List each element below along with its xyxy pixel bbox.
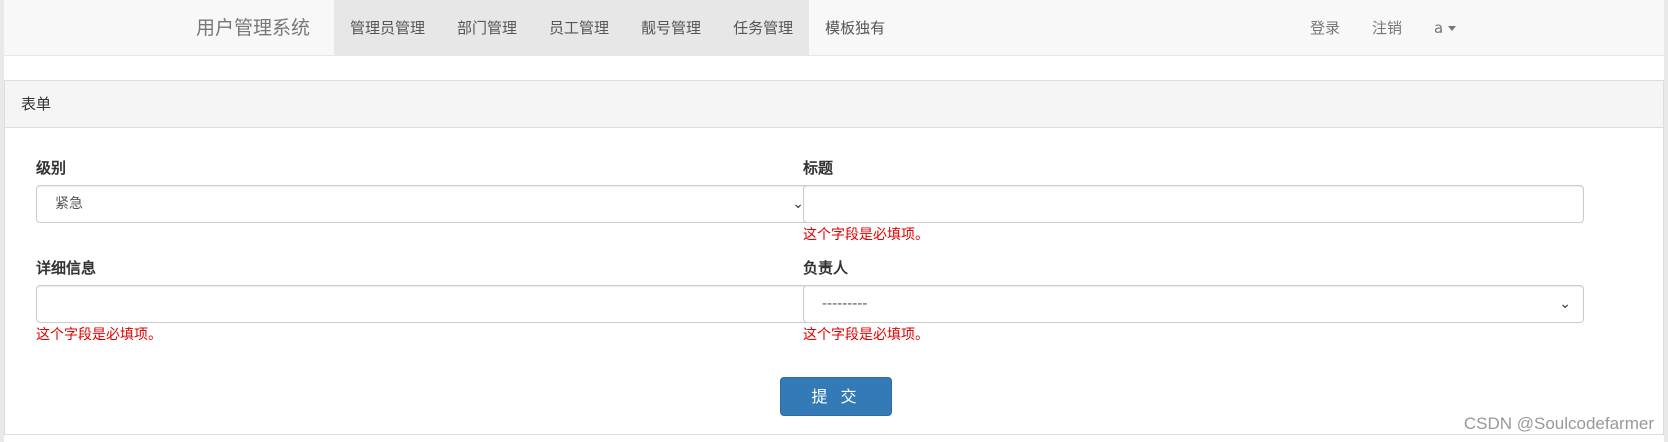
user-dropdown[interactable]: a [1418, 0, 1472, 56]
nav-item-department[interactable]: 部门管理 [441, 0, 534, 56]
level-label: 级别 [36, 159, 67, 177]
detail-field: 详细信息 这个字段是必填项。 [36, 258, 817, 345]
title-error: 这个字段是必填项。 [803, 227, 929, 243]
right-window-edge [1664, 0, 1668, 442]
owner-label: 负责人 [803, 259, 849, 277]
detail-label: 详细信息 [36, 259, 97, 277]
panel-heading: 表单 [5, 81, 1663, 128]
detail-error: 这个字段是必填项。 [36, 327, 162, 343]
owner-error: 这个字段是必填项。 [803, 327, 929, 343]
level-field: 级别 紧急 ⌄ [36, 158, 817, 223]
owner-select-value: --------- [822, 296, 868, 312]
nav-item-employee[interactable]: 员工管理 [533, 0, 626, 56]
caret-down-icon [1448, 26, 1457, 31]
level-select[interactable]: 紧急 ⌄ [36, 185, 817, 223]
logout-link[interactable]: 注销 [1356, 0, 1418, 56]
watermark: CSDN @Soulcodefarmer [1463, 414, 1654, 433]
main-nav: 管理员管理 部门管理 员工管理 靓号管理 任务管理 模板独有 [334, 0, 901, 56]
chevron-down-icon: ⌄ [1559, 296, 1571, 312]
level-select-value: 紧急 [55, 196, 83, 212]
brand-title[interactable]: 用户管理系统 [196, 0, 310, 56]
title-input[interactable] [803, 185, 1584, 223]
owner-field: 负责人 --------- ⌄ 这个字段是必填项。 [803, 258, 1584, 345]
nav-right: 登录 注销 a [1294, 0, 1472, 56]
owner-select[interactable]: --------- ⌄ [803, 285, 1584, 323]
nav-item-pretty-number[interactable]: 靓号管理 [625, 0, 718, 56]
user-name: a [1434, 19, 1444, 37]
submit-button[interactable]: 提 交 [780, 377, 892, 416]
nav-item-template[interactable]: 模板独有 [809, 0, 901, 56]
top-navbar: 用户管理系统 管理员管理 部门管理 员工管理 靓号管理 任务管理 模板独有 登录… [4, 0, 1664, 56]
detail-input[interactable] [36, 285, 817, 323]
login-link[interactable]: 登录 [1294, 0, 1356, 56]
title-label: 标题 [803, 159, 834, 177]
title-field: 标题 这个字段是必填项。 [803, 158, 1584, 245]
nav-item-admin[interactable]: 管理员管理 [334, 0, 442, 56]
nav-item-task[interactable]: 任务管理 [717, 0, 810, 56]
